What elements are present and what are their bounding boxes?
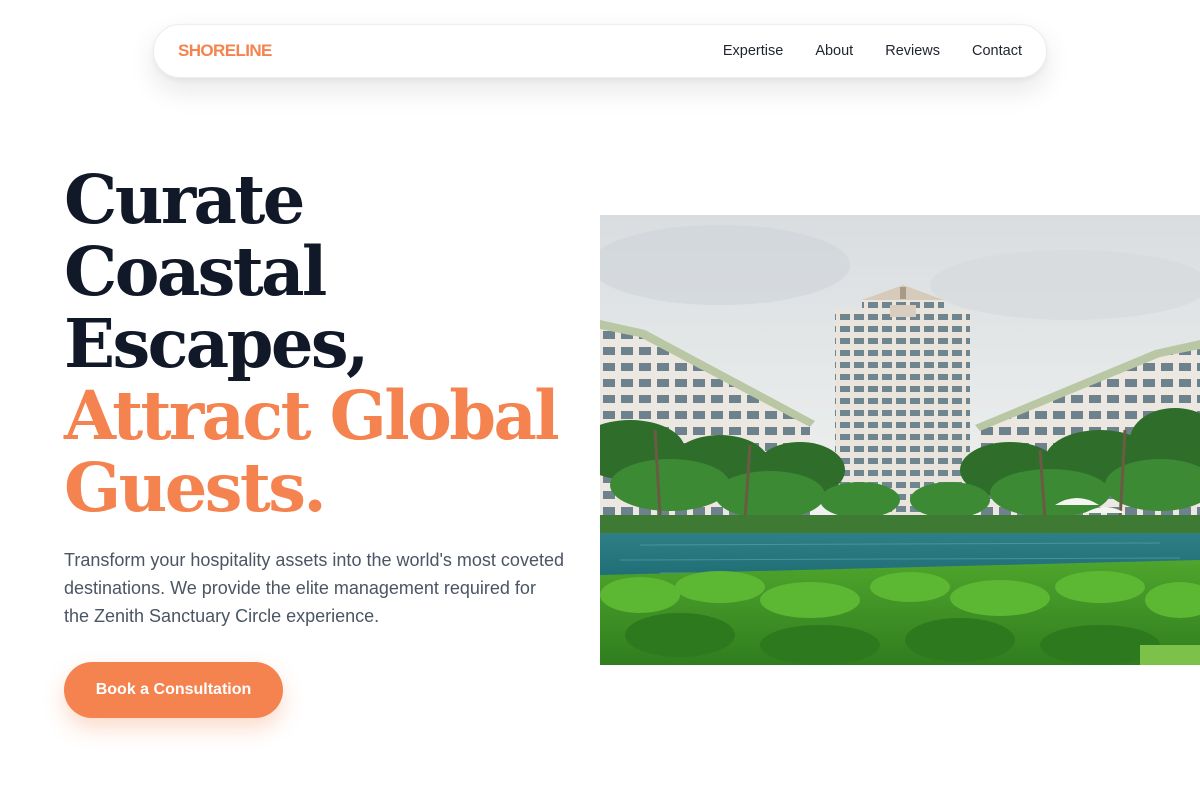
nav-link-about[interactable]: About — [815, 43, 853, 59]
book-consultation-button[interactable]: Book a Consultation — [64, 662, 283, 718]
landing-page: SHORELINE Expertise About Reviews Contac… — [0, 0, 1200, 800]
brand-logo[interactable]: SHORELINE — [178, 41, 272, 61]
hero-subtitle: Transform your hospitality assets into t… — [64, 550, 564, 626]
nav-link-contact[interactable]: Contact — [972, 43, 1022, 59]
hero-headline-line: Escapes, — [64, 304, 369, 383]
hero-headline-accent-line: Guests. — [64, 448, 327, 527]
nav-links: Expertise About Reviews Contact — [723, 43, 1022, 59]
hero-headline: Curate Coastal Escapes, Attract Global G… — [64, 164, 624, 524]
resort-hotel-image — [600, 215, 1200, 665]
hero-headline-line: Curate — [64, 160, 305, 239]
hero-headline-accent-line: Attract Global — [64, 376, 560, 455]
hero-headline-line: Coastal — [64, 232, 327, 311]
nav-link-expertise[interactable]: Expertise — [723, 43, 783, 59]
nav-link-reviews[interactable]: Reviews — [885, 43, 940, 59]
top-navbar: SHORELINE Expertise About Reviews Contac… — [153, 24, 1047, 78]
